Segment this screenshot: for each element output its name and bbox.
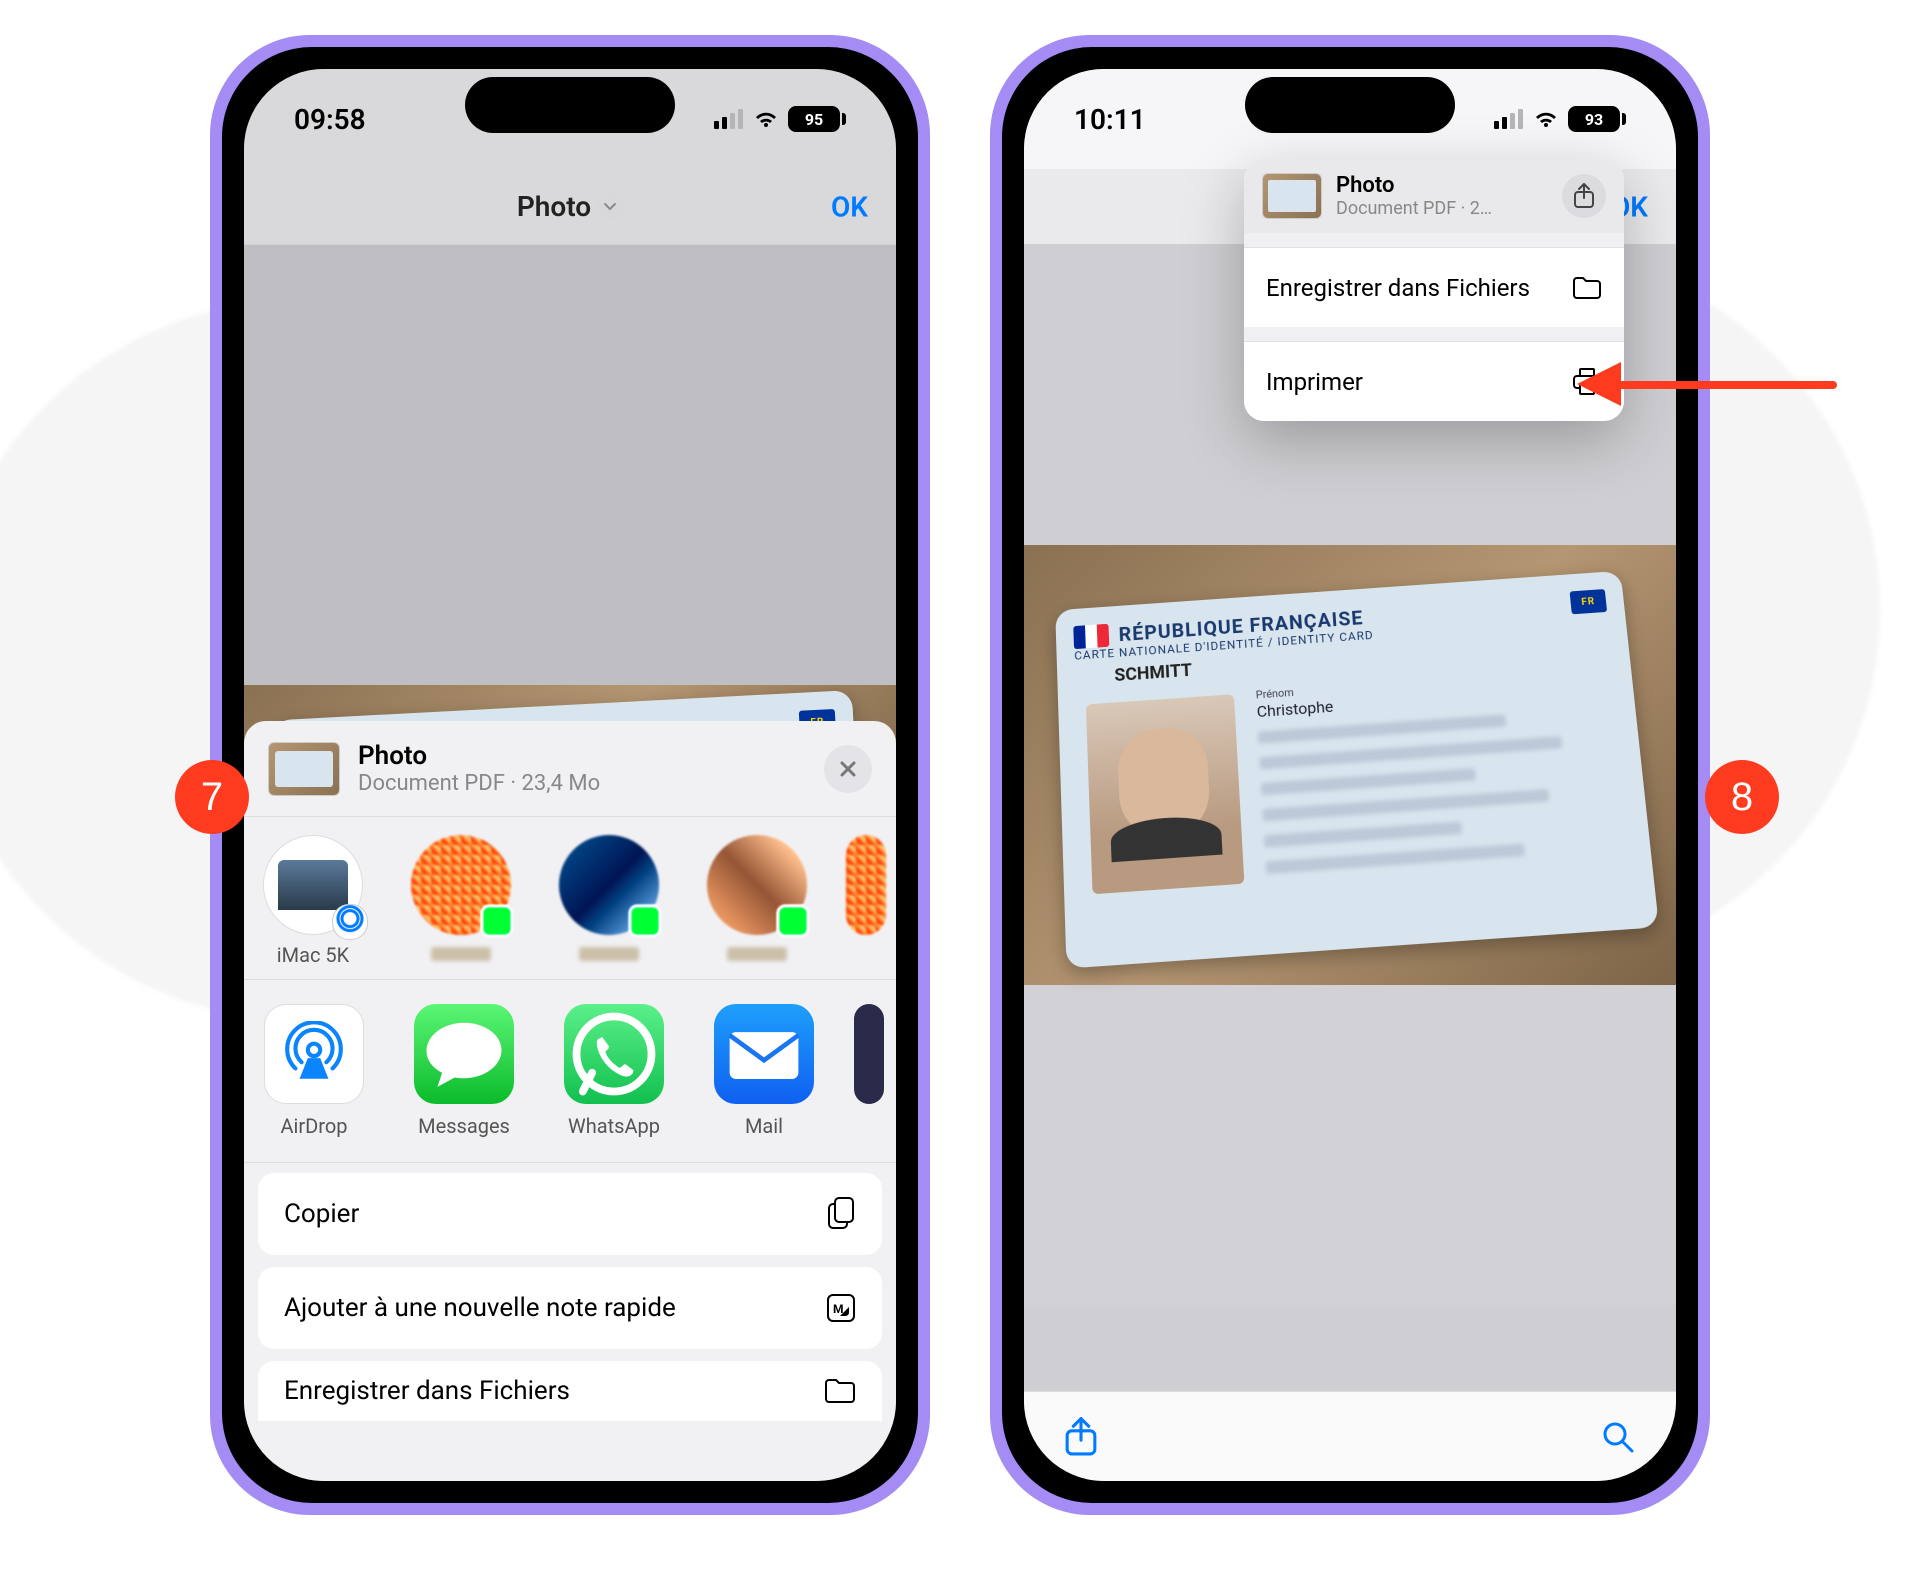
- svg-text:M: M: [833, 1302, 844, 1316]
- nav-title-button[interactable]: Photo: [517, 190, 623, 223]
- status-time: 10:11: [1074, 103, 1146, 136]
- action-print[interactable]: Imprimer: [1244, 341, 1624, 421]
- battery-level: 93: [1568, 106, 1620, 132]
- avatar-icon: [411, 835, 511, 935]
- contact-person[interactable]: [550, 835, 668, 967]
- mail-icon: [714, 1004, 814, 1104]
- id-data-blur: [1258, 707, 1628, 888]
- copy-icon: [826, 1197, 856, 1231]
- app-label: AirDrop: [280, 1114, 347, 1138]
- airdrop-icon: [264, 1004, 364, 1104]
- search-button[interactable]: [1600, 1419, 1636, 1455]
- share-title: Photo: [358, 741, 600, 771]
- share-button[interactable]: [1562, 174, 1606, 218]
- signal-icon: [1494, 109, 1524, 129]
- action-save-files[interactable]: Enregistrer dans Fichiers: [258, 1361, 882, 1421]
- close-button[interactable]: [824, 745, 872, 793]
- popover-subtitle: Document PDF · 2…: [1336, 198, 1548, 219]
- bottom-toolbar: [1024, 1391, 1676, 1481]
- popover-header: Photo Document PDF · 2…: [1244, 159, 1624, 233]
- document-thumbnail: [268, 742, 340, 796]
- battery-indicator: 93: [1568, 106, 1626, 132]
- signal-icon: [714, 109, 744, 129]
- action-label: Imprimer: [1266, 368, 1363, 396]
- contacts-row: iMac 5K: [244, 817, 896, 980]
- share-subtitle: Document PDF · 23,4 Mo: [358, 771, 600, 796]
- contact-imac[interactable]: iMac 5K: [254, 835, 372, 967]
- status-time: 09:58: [294, 103, 366, 136]
- document-thumbnail: [1262, 173, 1322, 219]
- app-messages[interactable]: Messages: [404, 1004, 524, 1138]
- battery-level: 95: [788, 106, 840, 132]
- action-label: Enregistrer dans Fichiers: [284, 1376, 570, 1406]
- document-preview: RÉPUBLIQUE FRANÇAISEFR CARTE NATIONALE D…: [1024, 545, 1676, 985]
- ok-button[interactable]: OK: [831, 190, 868, 223]
- contact-person[interactable]: [698, 835, 816, 967]
- app-more[interactable]: [854, 1004, 884, 1138]
- step-badge-8: 8: [1705, 760, 1779, 834]
- nav-bar: Photo OK: [244, 169, 896, 245]
- id-photo: [1086, 694, 1245, 894]
- messages-icon: [414, 1004, 514, 1104]
- phone-mockup-left: 09:58 95 Photo OK: [210, 35, 930, 1515]
- app-label: WhatsApp: [568, 1114, 660, 1138]
- avatar-icon: [846, 835, 886, 935]
- action-copy[interactable]: Copier: [258, 1173, 882, 1255]
- wifi-icon: [752, 109, 780, 129]
- app-label: Mail: [745, 1114, 783, 1138]
- battery-indicator: 95: [788, 106, 846, 132]
- phone-mockup-right: 10:11 93 Photo OK: [990, 35, 1710, 1515]
- contact-label: iMac 5K: [277, 943, 349, 967]
- share-sheet: Photo Document PDF · 23,4 Mo iMac 5K: [244, 721, 896, 1481]
- app-mail[interactable]: Mail: [704, 1004, 824, 1138]
- nav-title-label: Photo: [517, 190, 591, 223]
- wifi-icon: [1532, 109, 1560, 129]
- share-button[interactable]: [1064, 1417, 1098, 1457]
- folder-icon: [1572, 276, 1602, 300]
- callout-arrow: [1577, 372, 1837, 396]
- dynamic-island: [1245, 77, 1455, 133]
- action-label: Enregistrer dans Fichiers: [1266, 274, 1530, 302]
- imac-icon: [263, 835, 363, 935]
- actions-list: Copier Ajouter à une nouvelle note rapid…: [244, 1163, 896, 1431]
- step-badge-7: 7: [175, 760, 249, 834]
- app-whatsapp[interactable]: WhatsApp: [554, 1004, 674, 1138]
- contact-person[interactable]: [846, 835, 886, 967]
- id-firstname: Christophe: [1256, 697, 1334, 721]
- context-popover: Photo Document PDF · 2… Enregistrer dans…: [1244, 159, 1624, 421]
- contact-person[interactable]: [402, 835, 520, 967]
- app-icon-partial: [854, 1004, 884, 1104]
- app-label: Messages: [418, 1114, 510, 1138]
- chevron-down-icon: [597, 194, 623, 220]
- folder-icon: [824, 1378, 856, 1404]
- dynamic-island: [465, 77, 675, 133]
- popover-title: Photo: [1336, 173, 1548, 198]
- avatar-icon: [559, 835, 659, 935]
- app-airdrop[interactable]: AirDrop: [254, 1004, 374, 1138]
- whatsapp-icon: [564, 1004, 664, 1104]
- action-quicknote[interactable]: Ajouter à une nouvelle note rapide M: [258, 1267, 882, 1349]
- share-sheet-header: Photo Document PDF · 23,4 Mo: [244, 721, 896, 817]
- avatar-icon: [707, 835, 807, 935]
- action-save-files[interactable]: Enregistrer dans Fichiers: [1244, 247, 1624, 327]
- action-label: Copier: [284, 1199, 359, 1229]
- quicknote-icon: M: [826, 1293, 856, 1323]
- action-label: Ajouter à une nouvelle note rapide: [284, 1293, 676, 1323]
- apps-row: AirDrop Messages WhatsApp: [244, 980, 896, 1163]
